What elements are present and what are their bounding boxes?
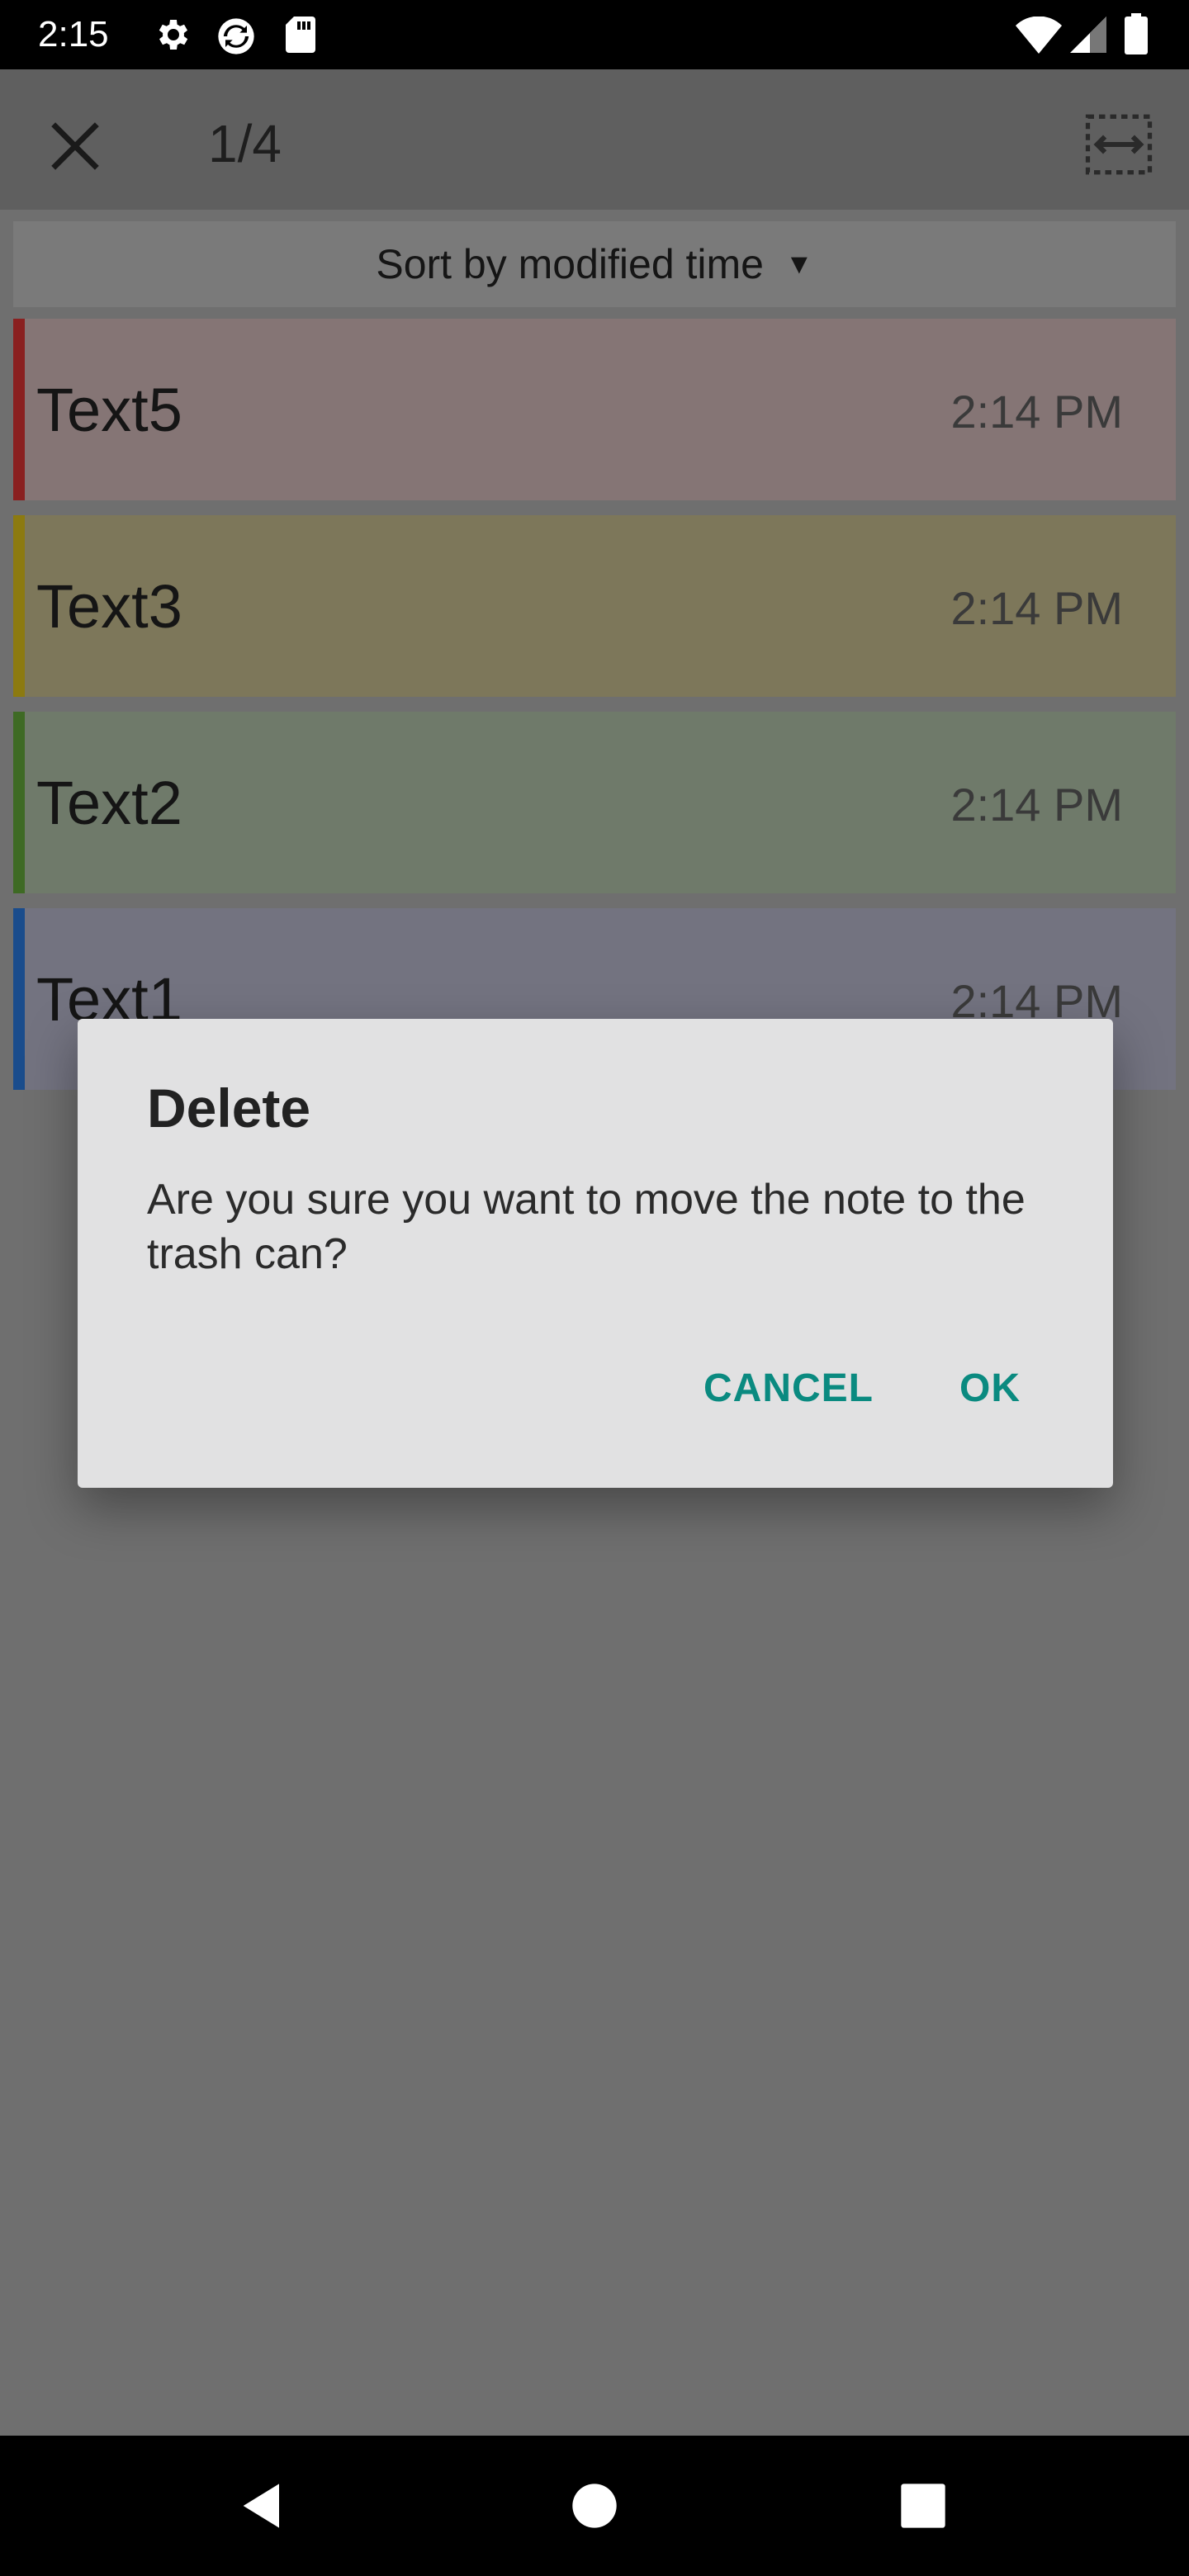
sd-card-icon — [286, 17, 315, 53]
sort-dropdown[interactable]: Sort by modified time ▼ — [13, 221, 1176, 307]
note-color-stripe — [13, 908, 25, 1090]
navigation-bar — [0, 2436, 1189, 2576]
note-time: 2:14 PM — [950, 779, 1123, 831]
dropdown-arrow-icon: ▼ — [784, 248, 813, 280]
note-color-stripe — [13, 515, 25, 697]
note-title: Text5 — [36, 376, 182, 444]
close-icon[interactable] — [41, 112, 109, 180]
app-bar: 1/4 — [0, 69, 1189, 210]
note-title: Text3 — [36, 572, 182, 641]
note-item[interactable]: Text2 2:14 PM — [13, 712, 1176, 893]
back-icon[interactable] — [230, 2473, 296, 2539]
gear-icon — [159, 20, 188, 50]
note-color-stripe — [13, 319, 25, 500]
note-time: 2:14 PM — [950, 386, 1123, 438]
select-all-icon[interactable] — [1082, 107, 1156, 182]
note-time: 2:14 PM — [950, 582, 1123, 634]
screen: 2:15 1/4 Sort by modified time ▼ Text5 2… — [0, 0, 1189, 2576]
note-item[interactable]: Text5 2:14 PM — [13, 319, 1176, 500]
wifi-icon — [1016, 17, 1062, 54]
dialog-message: Are you sure you want to move the note t… — [147, 1176, 1026, 1278]
delete-dialog: Delete Are you sure you want to move the… — [78, 1019, 1113, 1488]
status-bar: 2:15 — [0, 0, 1189, 69]
sync-icon — [218, 18, 254, 54]
recents-icon[interactable] — [890, 2473, 956, 2539]
battery-icon — [1125, 13, 1148, 54]
cancel-button[interactable]: CANCEL — [703, 1366, 874, 1411]
note-item[interactable]: Text3 2:14 PM — [13, 515, 1176, 697]
note-color-stripe — [13, 712, 25, 893]
sort-label: Sort by modified time — [376, 241, 764, 287]
signal-icon — [1070, 17, 1106, 53]
status-time: 2:15 — [38, 14, 109, 54]
dialog-title: Delete — [147, 1077, 311, 1139]
selection-counter: 1/4 — [208, 114, 282, 173]
ok-button[interactable]: OK — [959, 1366, 1021, 1411]
home-icon[interactable] — [561, 2473, 628, 2539]
note-title: Text2 — [36, 769, 182, 837]
